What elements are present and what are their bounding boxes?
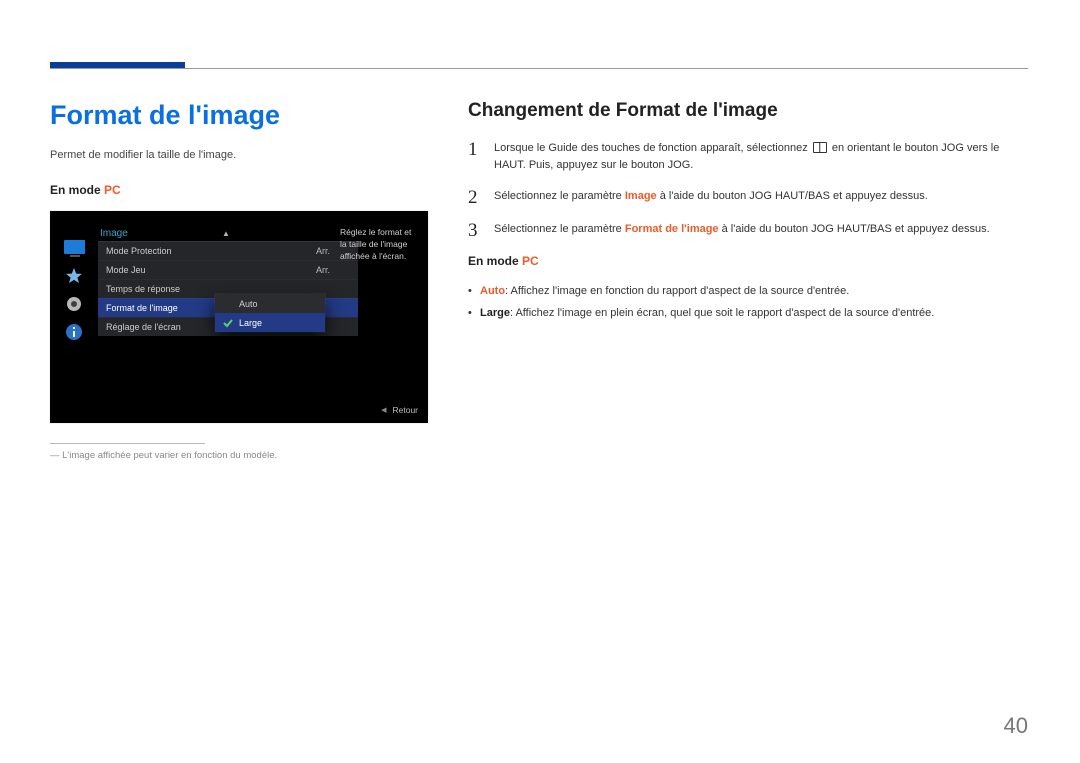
mode-label-value: PC: [522, 254, 539, 268]
osd-row-label: Réglage de l'écran: [106, 322, 181, 332]
step-text: Sélectionnez le paramètre Format de l'im…: [494, 221, 1028, 240]
step-text-post: à l'aide du bouton JOG HAUT/BAS et appuy…: [719, 223, 990, 235]
header-rule: [50, 68, 1028, 69]
blank-check-icon: [223, 299, 233, 309]
step-text-pre: Lorsque le Guide des touches de fonction…: [494, 142, 811, 154]
section-lead: Permet de modifier la taille de l'image.: [50, 149, 430, 161]
bullet-option: Auto: [480, 285, 505, 297]
osd-popup-option-label: Auto: [239, 299, 258, 309]
step-text: Sélectionnez le paramètre Image à l'aide…: [494, 188, 1028, 207]
step-number: 2: [468, 188, 482, 207]
step-text-post: à l'aide du bouton JOG HAUT/BAS et appuy…: [657, 190, 928, 202]
gear-icon: [63, 295, 85, 313]
bullet-text: : Affichez l'image en plein écran, quel …: [510, 307, 934, 319]
bullet-item: Auto: Affichez l'image en fonction du ra…: [468, 282, 1028, 300]
bullet-list: Auto: Affichez l'image en fonction du ra…: [468, 282, 1028, 322]
step-text: Lorsque le Guide des touches de fonction…: [494, 140, 1028, 174]
step-text-pre: Sélectionnez le paramètre: [494, 223, 625, 235]
bullet-text: : Affichez l'image en fonction du rappor…: [505, 285, 849, 297]
step: 3 Sélectionnez le paramètre Format de l'…: [468, 221, 1028, 240]
step-number: 1: [468, 140, 482, 174]
osd-row-value: Arr.: [316, 265, 350, 275]
step-param: Format de l'image: [625, 223, 719, 235]
bullet-option: Large: [480, 307, 510, 319]
step: 2 Sélectionnez le paramètre Image à l'ai…: [468, 188, 1028, 207]
step-param: Image: [625, 190, 657, 202]
left-arrow-icon: ◀: [381, 406, 386, 414]
osd-row: Mode Jeu Arr.: [98, 260, 358, 279]
osd-side-icons: [58, 239, 90, 341]
osd-popup-option-label: Large: [239, 318, 262, 328]
star-icon: [63, 267, 85, 285]
osd-row-label: Mode Protection: [106, 246, 172, 256]
section-title: Format de l'image: [50, 100, 430, 131]
mode-label-value: PC: [104, 183, 121, 197]
osd-row-label: Temps de réponse: [106, 284, 180, 294]
osd-screenshot: Image ▲ Mode Protection Arr. Mode Jeu Ar…: [50, 211, 428, 423]
step-text-pre: Sélectionnez le paramètre: [494, 190, 625, 202]
osd-row: Mode Protection Arr.: [98, 241, 358, 260]
right-heading: Changement de Format de l'image: [468, 100, 1028, 122]
menu-glyph-icon: [813, 142, 827, 153]
osd-row-label: Format de l'image: [106, 303, 178, 313]
checkmark-icon: [223, 318, 233, 328]
mode-label-right: En mode PC: [468, 254, 1028, 268]
up-arrow-icon: ▲: [222, 229, 230, 238]
osd-description: Réglez le format et la taille de l'image…: [340, 226, 418, 262]
osd-row-label: Mode Jeu: [106, 265, 146, 275]
osd-popup: Auto Large: [215, 294, 325, 332]
osd-return-label: Retour: [392, 405, 418, 415]
mode-label-prefix: En mode: [50, 183, 104, 197]
page-number: 40: [1004, 713, 1028, 739]
footnote: L'image affichée peut varier en fonction…: [50, 450, 430, 461]
osd-title: Image: [100, 228, 128, 239]
step-number: 3: [468, 221, 482, 240]
info-icon: [63, 323, 85, 341]
footnote-rule: [50, 443, 205, 444]
mode-label-prefix: En mode: [468, 254, 522, 268]
picture-icon: [63, 239, 85, 257]
mode-label-left: En mode PC: [50, 183, 430, 197]
osd-popup-option: Auto: [215, 294, 325, 313]
osd-popup-option-selected: Large: [215, 313, 325, 332]
osd-footer: ◀ Retour: [381, 405, 418, 415]
step: 1 Lorsque le Guide des touches de foncti…: [468, 140, 1028, 174]
bullet-item: Large: Affichez l'image en plein écran, …: [468, 304, 1028, 322]
